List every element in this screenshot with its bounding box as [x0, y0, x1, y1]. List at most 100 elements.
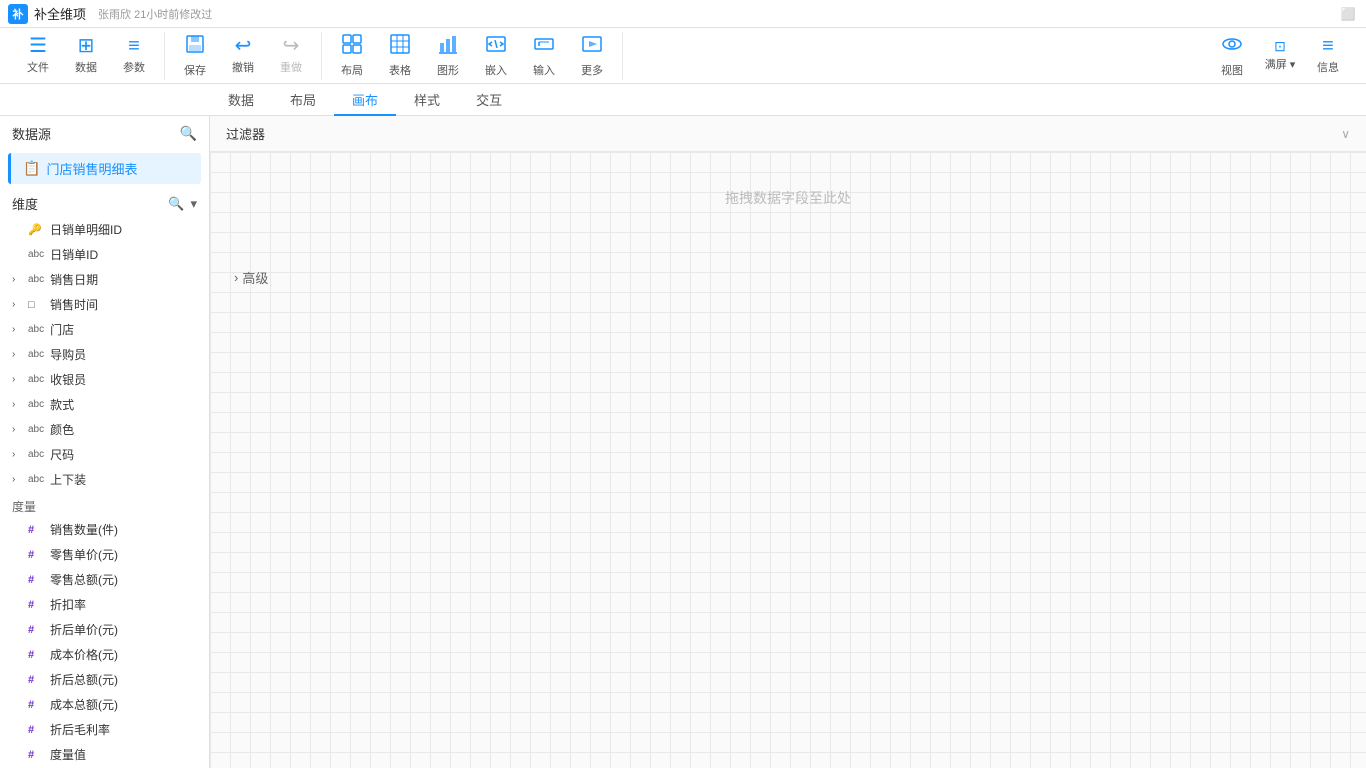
- dim-item-size[interactable]: › abc 尺码: [0, 442, 209, 467]
- more-button[interactable]: 更多: [570, 32, 614, 80]
- save-label: 保存: [184, 62, 206, 78]
- menu-icon: ☰: [29, 36, 47, 56]
- expand-icon-6: ›: [12, 399, 22, 410]
- maximize-button[interactable]: ⬜: [1338, 4, 1358, 24]
- params-icon: ≡: [128, 36, 140, 56]
- main-layout: 数据源 🔍 📋 门店销售明细表 维度 🔍 ▾ 🔑 日销单明细ID abc: [0, 116, 1366, 768]
- layout-icon: [341, 33, 363, 59]
- dimensions-expand-icon[interactable]: ▾: [190, 196, 197, 212]
- dim-item-style[interactable]: › abc 款式: [0, 392, 209, 417]
- save-button[interactable]: 保存: [173, 32, 217, 80]
- drop-hint: 拖拽数据字段至此处: [725, 188, 851, 208]
- measure-label-gross-margin: 折后毛利率: [50, 721, 110, 738]
- table-button[interactable]: 表格: [378, 32, 422, 80]
- key-icon: 🔑: [28, 223, 44, 236]
- datasource-label: 数据源: [12, 124, 51, 143]
- expand-icon-2: ›: [12, 299, 22, 310]
- info-button[interactable]: ≡ 信息: [1306, 32, 1350, 80]
- measure-label-cost-total: 成本总额(元): [50, 696, 118, 713]
- measure-icon-5: #: [28, 624, 44, 636]
- redo-icon: ↪: [283, 36, 300, 56]
- abc-icon-7: abc: [28, 424, 44, 435]
- measure-label-retail-total: 零售总额(元): [50, 571, 118, 588]
- menu-button[interactable]: ☰ 文件: [16, 32, 60, 80]
- drop-zone: 拖拽数据字段至此处 › 高级: [210, 152, 1366, 768]
- dim-item-cashier[interactable]: › abc 收银员: [0, 367, 209, 392]
- measure-item-cost-total[interactable]: # 成本总额(元): [0, 692, 209, 717]
- dim-label-guide: 导购员: [50, 346, 86, 363]
- input-button[interactable]: 输入: [522, 32, 566, 80]
- abc-icon: abc: [28, 249, 44, 260]
- measure-label-sales-qty: 销售数量(件): [50, 521, 118, 538]
- measure-item-cost-price[interactable]: # 成本价格(元): [0, 642, 209, 667]
- params-button[interactable]: ≡ 参数: [112, 32, 156, 80]
- params-label: 参数: [123, 59, 145, 75]
- expand-icon-9: ›: [12, 474, 22, 485]
- info-label: 信息: [1317, 59, 1339, 75]
- toolbar-group-edit: 保存 ↩ 撤销 ↪ 重做: [165, 32, 322, 80]
- measure-item-retail-price[interactable]: # 零售单价(元): [0, 542, 209, 567]
- zoom-button[interactable]: ⊡ 满屏 ▾: [1258, 32, 1302, 80]
- time-icon: □: [28, 299, 44, 311]
- measure-icon-2: #: [28, 549, 44, 561]
- layout-button[interactable]: 布局: [330, 32, 374, 80]
- chart-button[interactable]: 图形: [426, 32, 470, 80]
- expand-icon-4: ›: [12, 349, 22, 360]
- abc-icon-2: abc: [28, 274, 44, 285]
- measure-item-gross-margin[interactable]: # 折后毛利率: [0, 717, 209, 742]
- dim-item-guide[interactable]: › abc 导购员: [0, 342, 209, 367]
- input-label: 输入: [533, 62, 555, 78]
- dimensions-actions: 🔍 ▾: [168, 196, 197, 212]
- dim-label-size: 尺码: [50, 446, 74, 463]
- tab-data[interactable]: 数据: [210, 84, 272, 116]
- measure-item-discount-rate[interactable]: # 折扣率: [0, 592, 209, 617]
- advanced-toggle[interactable]: › 高级: [234, 268, 434, 287]
- measure-icon-6: #: [28, 649, 44, 661]
- tab-canvas[interactable]: 画布: [334, 84, 396, 116]
- datasource-search-icon[interactable]: 🔍: [180, 125, 197, 142]
- tab-layout[interactable]: 布局: [272, 84, 334, 116]
- measure-item-discounted-total[interactable]: # 折后总额(元): [0, 667, 209, 692]
- view-button[interactable]: 视图: [1210, 32, 1254, 80]
- dim-item-store[interactable]: › abc 门店: [0, 317, 209, 342]
- data-button[interactable]: ⊞ 数据: [64, 32, 108, 80]
- more-icon: [581, 33, 603, 59]
- tab-interaction[interactable]: 交互: [458, 84, 520, 116]
- dim-item-daily-id[interactable]: 🔑 日销单明细ID: [0, 217, 209, 242]
- measure-icon-10: #: [28, 749, 44, 761]
- advanced-section: › 高级: [234, 268, 434, 287]
- dim-item-updown[interactable]: › abc 上下装: [0, 467, 209, 492]
- measure-item-retail-total[interactable]: # 零售总额(元): [0, 567, 209, 592]
- undo-label: 撤销: [232, 59, 254, 75]
- measure-item-discounted-price[interactable]: # 折后单价(元): [0, 617, 209, 642]
- layout-label: 布局: [341, 62, 363, 78]
- toolbar: ☰ 文件 ⊞ 数据 ≡ 参数 保存 ↩ 撤销 ↪: [0, 28, 1366, 84]
- filter-expand-icon[interactable]: ∨: [1341, 127, 1350, 141]
- measure-item-sales-qty[interactable]: # 销售数量(件): [0, 517, 209, 542]
- measure-label-retail-price: 零售单价(元): [50, 546, 118, 563]
- expand-icon-7: ›: [12, 424, 22, 435]
- data-label: 数据: [75, 59, 97, 75]
- filter-label: 过滤器: [226, 124, 265, 143]
- datasource-item[interactable]: 📋 门店销售明细表: [8, 153, 201, 184]
- expand-icon-3: ›: [12, 324, 22, 335]
- undo-button[interactable]: ↩ 撤销: [221, 32, 265, 80]
- dim-item-sales-time[interactable]: › □ 销售时间: [0, 292, 209, 317]
- canvas-area: 过滤器 ∨ 拖拽数据字段至此处 › 高级: [210, 116, 1366, 768]
- table-label: 表格: [389, 62, 411, 78]
- dim-label-cashier: 收银员: [50, 371, 86, 388]
- dimensions-header: 维度 🔍 ▾: [0, 186, 209, 217]
- dim-item-daily-order-id[interactable]: abc 日销单ID: [0, 242, 209, 267]
- datasource-header: 数据源 🔍: [0, 116, 209, 151]
- embed-button[interactable]: 嵌入: [474, 32, 518, 80]
- dimensions-search-icon[interactable]: 🔍: [168, 196, 184, 212]
- info-icon: ≡: [1322, 36, 1334, 56]
- measure-icon-1: #: [28, 524, 44, 536]
- tab-style[interactable]: 样式: [396, 84, 458, 116]
- measure-item-measure-val[interactable]: # 度量值: [0, 742, 209, 767]
- redo-button[interactable]: ↪ 重做: [269, 32, 313, 80]
- measure-icon-8: #: [28, 699, 44, 711]
- expand-icon: ›: [12, 274, 22, 285]
- dim-item-color[interactable]: › abc 颜色: [0, 417, 209, 442]
- dim-item-sales-date[interactable]: › abc 销售日期: [0, 267, 209, 292]
